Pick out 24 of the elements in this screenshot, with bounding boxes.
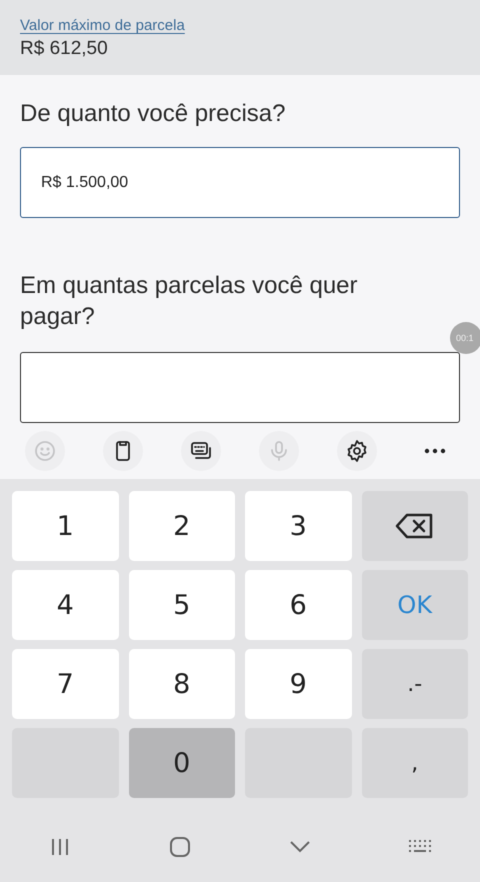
digit-key[interactable]: 7 — [12, 649, 118, 719]
digit-key[interactable]: 5 — [128, 570, 235, 640]
amount-question: De quanto você precisa? — [20, 99, 286, 129]
installments-field[interactable] — [20, 352, 460, 423]
digit-key[interactable]: 4 — [12, 570, 118, 640]
digit-key[interactable]: 3 — [245, 491, 352, 561]
digit-key[interactable]: 0 — [128, 728, 235, 798]
symbol-key[interactable]: , — [362, 728, 468, 798]
timer-badge: 00:1 — [450, 322, 480, 354]
backspace-key[interactable] — [362, 491, 468, 561]
max-installment-value: R$ 612,50 — [20, 38, 108, 60]
digit-key[interactable]: 6 — [245, 570, 352, 640]
installments-question: Em quantas parcelas você quer pagar? — [20, 271, 359, 332]
keyboard-icon[interactable] — [181, 431, 221, 471]
digit-key[interactable]: 8 — [128, 649, 235, 719]
digit-key[interactable]: 2 — [128, 491, 235, 561]
clipboard-icon[interactable] — [103, 431, 143, 471]
digit-key[interactable]: 1 — [12, 491, 118, 561]
backspace-icon — [394, 513, 435, 539]
digit-key[interactable]: 9 — [245, 649, 352, 719]
symbol-key[interactable]: .- — [362, 649, 468, 719]
max-installment-link[interactable]: Valor máximo de parcela — [20, 17, 185, 34]
settings-icon[interactable] — [337, 431, 377, 471]
amount-field[interactable]: R$ 1.500,00 — [20, 147, 460, 218]
